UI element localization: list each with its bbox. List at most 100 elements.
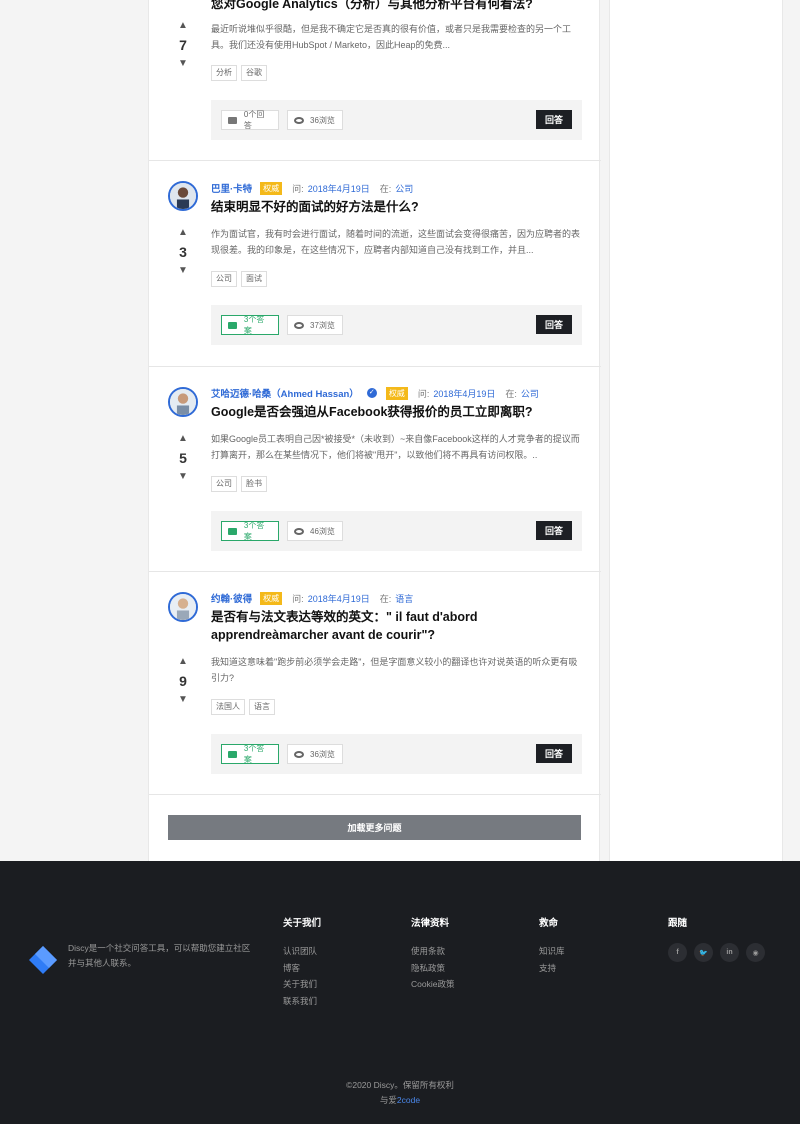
answer-button[interactable]: 回答: [536, 315, 572, 334]
answers-count-button[interactable]: 3个答案: [221, 744, 279, 764]
made-prefix: 与爱: [379, 1095, 397, 1105]
question-title[interactable]: 结束明显不好的面试的好方法是什么?: [211, 198, 583, 216]
footer-column-help: 救命 知识库 支持: [539, 915, 565, 976]
question-category[interactable]: 公司: [395, 182, 413, 195]
author-name[interactable]: 艾哈迈德·哈桑（Ahmed Hassan）: [211, 386, 359, 400]
vote-count: 3: [179, 244, 187, 260]
vote-widget: ▲ 7 ▼: [175, 20, 191, 70]
question-footer-bar: 3个答案 36浏览 回答: [211, 734, 582, 774]
footer-heading: 法律资料: [411, 918, 450, 929]
footer-link[interactable]: Cookie政策: [411, 976, 454, 993]
footer-link[interactable]: 知识库: [539, 943, 565, 960]
asked-label: 问:: [292, 593, 304, 604]
footer-link[interactable]: 使用条款: [411, 943, 454, 960]
footer-column-about: 关于我们 认识团队 博客 关于我们 联系我们: [283, 915, 321, 1009]
in-label: 在:: [379, 183, 392, 194]
vote-up-icon[interactable]: ▲: [175, 227, 191, 239]
vote-count: 9: [179, 673, 187, 689]
footer-heading: 跟随: [668, 918, 688, 929]
views-count-label: 46浏览: [310, 526, 335, 536]
question-card: 巴里·卡特 权威 问: 2018年4月19日 在: 公司 结束明显不好的面试的好…: [149, 161, 601, 367]
footer-link[interactable]: 博客: [283, 960, 321, 977]
answer-button[interactable]: 回答: [536, 110, 572, 129]
avatar[interactable]: [168, 387, 198, 417]
far-right-bg: [783, 0, 800, 861]
author-badge: 权威: [260, 181, 283, 195]
answers-count-button[interactable]: 3个答案: [221, 315, 279, 335]
copyright: ©2020 Discy。保留所有权利 与爱2code: [0, 1078, 800, 1108]
avatar[interactable]: [168, 181, 198, 211]
views-count-label: 36浏览: [310, 749, 335, 759]
question-title[interactable]: 您对Google Analytics（分析）与其他分析平台有何看法?: [211, 0, 583, 13]
question-excerpt: 如果Google员工表明自己因*被接受*（未收到）~来自像Facebook这样的…: [211, 434, 580, 460]
tag-list: 分析 谷歌: [211, 65, 267, 81]
footer-link[interactable]: 关于我们: [283, 976, 321, 993]
footer-heading: 关于我们: [283, 918, 322, 929]
avatar[interactable]: [168, 592, 198, 622]
question-category[interactable]: 语言: [395, 592, 413, 605]
question-excerpt: 我知道这意味着"跑步前必须学会走路"，但是字面意义较小的翻译也许对说英语的听众更…: [211, 657, 578, 683]
asked-label: 问:: [417, 388, 430, 399]
author-name[interactable]: 巴里·卡特: [211, 181, 252, 195]
left-sidebar-bg: [0, 0, 148, 861]
tag[interactable]: 分析: [211, 65, 237, 81]
author-badge: 权威: [385, 386, 408, 400]
question-date[interactable]: 2018年4月19日: [433, 387, 495, 400]
tag[interactable]: 公司: [211, 271, 237, 287]
question-date[interactable]: 2018年4月19日: [308, 592, 370, 605]
answers-count: 0个回答: [243, 110, 265, 130]
question-excerpt: 作为面试官，我有时会进行面试，随着时间的流逝，这些面试会变得很痛苦，因为应聘者的…: [211, 229, 581, 255]
vote-up-icon[interactable]: ▲: [175, 20, 191, 32]
eye-icon: [294, 116, 304, 124]
answer-button[interactable]: 回答: [536, 521, 572, 540]
rss-icon[interactable]: ◉: [746, 943, 765, 962]
linkedin-icon[interactable]: in: [720, 943, 739, 962]
answer-button[interactable]: 回答: [536, 744, 572, 763]
tag[interactable]: 语言: [249, 699, 275, 715]
vote-up-icon[interactable]: ▲: [175, 433, 191, 445]
footer-link[interactable]: 隐私政策: [411, 960, 454, 977]
views-count: 36浏览: [287, 744, 343, 764]
question-title[interactable]: Google是否会强迫从Facebook获得报价的员工立即离职?: [211, 403, 583, 421]
facebook-icon[interactable]: f: [668, 943, 687, 962]
question-date[interactable]: 2018年4月19日: [308, 182, 370, 195]
views-count: 36浏览: [287, 110, 343, 130]
answers-count: 3个答案: [243, 744, 265, 764]
question-footer-bar: 0个回答 36浏览 回答: [211, 100, 582, 140]
tag-list: 公司 脸书: [211, 476, 267, 492]
tag[interactable]: 公司: [211, 476, 237, 492]
vote-down-icon[interactable]: ▼: [175, 265, 191, 277]
question-card: 约翰·彼得 权威 问: 2018年4月19日 在: 语言 是否有与法文表达等效的…: [149, 572, 601, 795]
question-meta: 约翰·彼得 权威 问: 2018年4月19日 在: 语言: [211, 591, 413, 605]
answers-count-button[interactable]: 0个回答: [221, 110, 279, 130]
footer-column-legal: 法律资料 使用条款 隐私政策 Cookie政策: [411, 915, 454, 993]
question-category[interactable]: 公司: [521, 387, 539, 400]
footer-link[interactable]: 联系我们: [283, 993, 321, 1010]
tag[interactable]: 脸书: [241, 476, 267, 492]
tag[interactable]: 谷歌: [241, 65, 267, 81]
tag[interactable]: 面试: [241, 271, 267, 287]
answers-count: 3个答案: [243, 315, 265, 335]
footer-link[interactable]: 认识团队: [283, 943, 321, 960]
tag[interactable]: 法国人: [211, 699, 245, 715]
copyright-text: ©2020 Discy。保留所有权利: [346, 1080, 454, 1090]
made-brand-link[interactable]: 2code: [397, 1095, 420, 1105]
views-count-label: 36浏览: [310, 115, 335, 125]
question-title[interactable]: 是否有与法文表达等效的英文：" il faut d'abord apprendr…: [211, 608, 583, 644]
vote-up-icon[interactable]: ▲: [175, 656, 191, 668]
vote-widget: ▲ 9 ▼: [175, 656, 191, 706]
twitter-icon[interactable]: 🐦: [694, 943, 713, 962]
question-card: 艾哈迈德·哈桑（Ahmed Hassan） ✓ 权威 问: 2018年4月19日…: [149, 367, 601, 572]
question-meta: 艾哈迈德·哈桑（Ahmed Hassan） ✓ 权威 问: 2018年4月19日…: [211, 386, 539, 400]
comment-icon: [228, 527, 237, 535]
vote-down-icon[interactable]: ▼: [175, 58, 191, 70]
footer-link[interactable]: 支持: [539, 960, 565, 977]
author-name[interactable]: 约翰·彼得: [211, 591, 252, 605]
footer-column-follow: 跟随 f 🐦 in ◉: [668, 915, 765, 962]
discy-logo-icon[interactable]: [27, 944, 59, 976]
eye-icon: [294, 321, 304, 329]
load-more-button[interactable]: 加载更多问题: [168, 815, 581, 840]
vote-down-icon[interactable]: ▼: [175, 471, 191, 483]
vote-down-icon[interactable]: ▼: [175, 694, 191, 706]
answers-count-button[interactable]: 3个答案: [221, 521, 279, 541]
